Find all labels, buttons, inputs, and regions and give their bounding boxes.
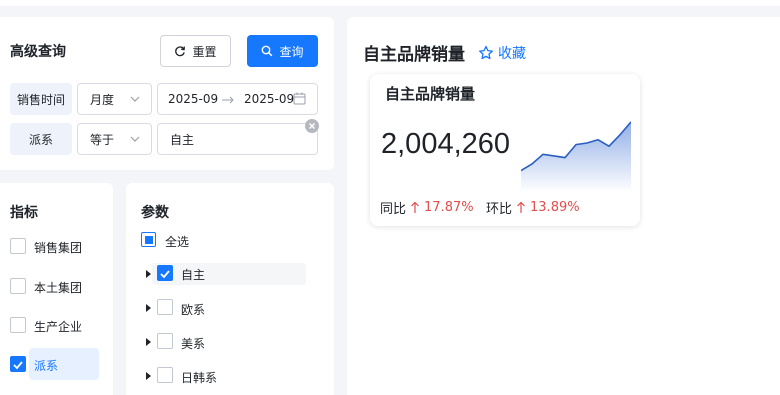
sparkline-area <box>521 121 631 190</box>
mom-label: 环比 <box>486 202 513 217</box>
operator-select[interactable]: 等于 <box>77 123 152 155</box>
arrow-up-icon <box>411 201 419 213</box>
indicator-label: 派系 <box>34 359 59 373</box>
close-icon <box>309 123 315 129</box>
mom-value: 13.89% <box>530 200 580 215</box>
param-checkbox-3[interactable] <box>157 367 173 383</box>
caret-right-icon[interactable] <box>146 338 151 346</box>
segment-value-input[interactable]: 自主 <box>157 123 318 155</box>
indicator-label: 本土集团 <box>34 281 83 295</box>
param-row-highlight <box>152 263 306 285</box>
arrow-right-icon <box>222 96 234 104</box>
check-icon <box>160 270 170 279</box>
caret-right-icon[interactable] <box>146 270 151 278</box>
yoy-value: 17.87% <box>424 200 474 215</box>
favorite-button[interactable]: 收藏 <box>478 43 526 63</box>
star-icon <box>479 45 493 60</box>
segment-label: 派系 <box>10 123 72 155</box>
range-start: 2025-09 <box>168 92 219 106</box>
param-label: 自主 <box>181 268 206 282</box>
select-all-label: 全选 <box>165 235 190 249</box>
page-title: 自主品牌销量 <box>363 45 465 65</box>
check-icon <box>13 361 23 370</box>
select-all-checkbox[interactable] <box>141 232 156 247</box>
period-select[interactable]: 月度 <box>77 83 152 115</box>
clear-icon[interactable] <box>305 119 319 133</box>
search-icon <box>262 45 273 57</box>
operator-select-value: 等于 <box>90 132 115 147</box>
param-label: 美系 <box>181 337 206 351</box>
segment-value: 自主 <box>170 132 195 147</box>
range-end: 2025-09 <box>244 92 295 106</box>
query-button[interactable]: 查询 <box>247 35 318 67</box>
param-checkbox-1[interactable] <box>157 299 173 315</box>
indicator-checkbox-0[interactable] <box>10 238 26 254</box>
param-title: 参数 <box>141 205 169 221</box>
reset-icon <box>175 46 186 57</box>
indicator-checkbox-1[interactable] <box>10 278 26 294</box>
indicator-label: 销售集团 <box>34 241 83 255</box>
caret-right-icon[interactable] <box>146 304 151 312</box>
advanced-search-title: 高级查询 <box>10 44 66 60</box>
sparkline-chart <box>521 121 631 190</box>
calendar-icon <box>293 92 306 105</box>
period-select-value: 月度 <box>90 92 115 107</box>
reset-button[interactable]: 重置 <box>160 35 231 67</box>
caret-right-icon[interactable] <box>146 372 151 380</box>
arrow-up-icon <box>517 201 525 213</box>
kpi-title: 自主品牌销量 <box>385 85 476 103</box>
param-checkbox-0[interactable] <box>157 265 173 281</box>
reset-label: 重置 <box>192 44 217 59</box>
indicator-checkbox-2[interactable] <box>10 317 26 333</box>
yoy-label: 同比 <box>380 202 407 217</box>
chevron-down-icon <box>130 96 140 102</box>
favorite-label: 收藏 <box>498 46 526 62</box>
sales-time-label: 销售时间 <box>10 83 72 115</box>
param-checkbox-2[interactable] <box>157 333 173 349</box>
mom-compare: 环比 13.89% <box>486 198 580 217</box>
indicator-checkbox-3[interactable] <box>10 356 26 372</box>
chevron-down-icon <box>130 136 140 142</box>
kpi-value: 2,004,260 <box>381 128 511 160</box>
param-label: 日韩系 <box>181 371 218 385</box>
top-strip <box>0 0 780 6</box>
param-label: 欧系 <box>181 303 206 317</box>
query-label: 查询 <box>279 44 304 59</box>
indicator-title: 指标 <box>10 205 38 221</box>
yoy-compare: 同比 17.87% <box>380 198 474 217</box>
date-range-picker[interactable]: 2025-09 2025-09 <box>157 83 318 115</box>
indicator-label: 生产企业 <box>34 320 83 334</box>
